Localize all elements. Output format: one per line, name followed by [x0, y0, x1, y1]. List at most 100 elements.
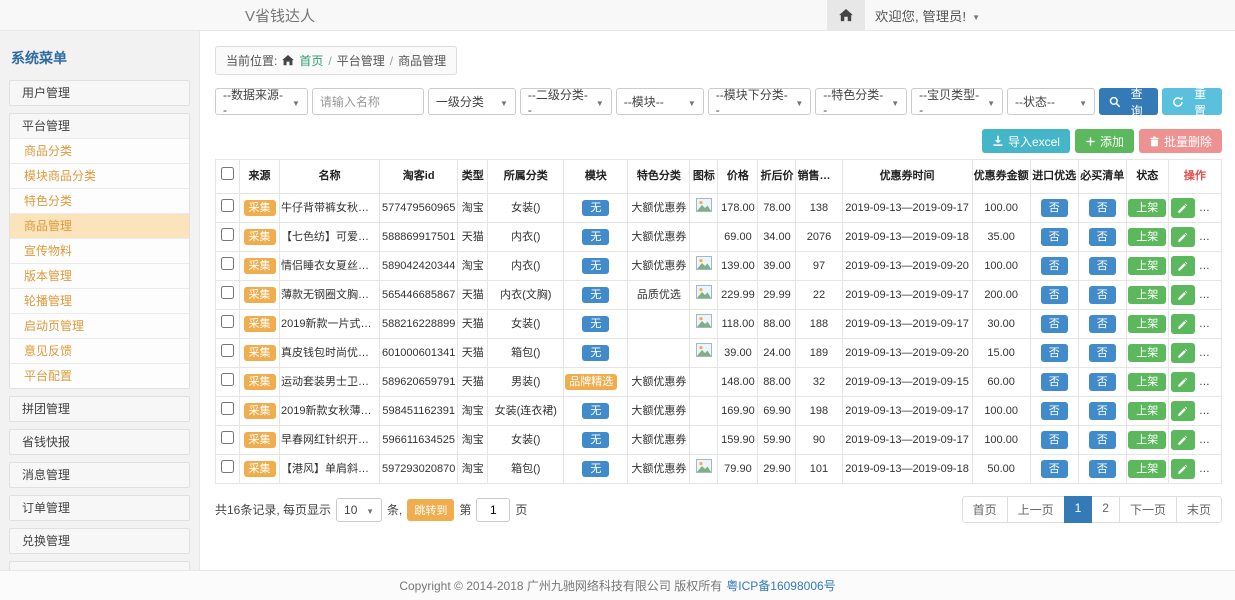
- filter-select[interactable]: --二级分类--: [520, 88, 612, 115]
- row-checkbox[interactable]: [221, 373, 234, 386]
- status-button[interactable]: 上架: [1128, 257, 1166, 275]
- must-buy-toggle-button[interactable]: 否: [1089, 460, 1116, 478]
- name-search-input[interactable]: [312, 88, 424, 115]
- imported-toggle-button[interactable]: 否: [1041, 402, 1068, 420]
- filter-select[interactable]: --特色分类--: [815, 88, 907, 115]
- status-button[interactable]: 上架: [1128, 344, 1166, 362]
- row-checkbox[interactable]: [221, 257, 234, 270]
- sidebar-subitem[interactable]: 商品管理: [10, 213, 189, 238]
- add-button[interactable]: 添加: [1075, 129, 1134, 153]
- edit-button[interactable]: [1171, 256, 1195, 276]
- row-checkbox[interactable]: [221, 286, 234, 299]
- delete-button[interactable]: [1200, 314, 1222, 334]
- delete-button[interactable]: [1200, 198, 1222, 218]
- status-button[interactable]: 上架: [1128, 373, 1166, 391]
- filter-select[interactable]: --宝贝类型--: [911, 88, 1003, 115]
- sidebar-item[interactable]: [10, 562, 189, 570]
- imported-toggle-button[interactable]: 否: [1041, 199, 1068, 217]
- delete-button[interactable]: [1200, 227, 1222, 247]
- imported-toggle-button[interactable]: 否: [1041, 228, 1068, 246]
- edit-button[interactable]: [1171, 430, 1195, 450]
- batch-delete-button[interactable]: 批量删除: [1139, 129, 1222, 153]
- status-button[interactable]: 上架: [1128, 460, 1166, 478]
- status-button[interactable]: 上架: [1128, 199, 1166, 217]
- delete-button[interactable]: [1200, 256, 1222, 276]
- reset-button[interactable]: 重置: [1162, 88, 1222, 115]
- page-button[interactable]: 1: [1064, 496, 1093, 523]
- must-buy-toggle-button[interactable]: 否: [1089, 373, 1116, 391]
- must-buy-toggle-button[interactable]: 否: [1089, 344, 1116, 362]
- sidebar-subitem[interactable]: 启动页管理: [10, 313, 189, 338]
- edit-button[interactable]: [1171, 314, 1195, 334]
- data-source-select[interactable]: --数据来源--: [215, 88, 308, 115]
- filter-select[interactable]: --模块--: [616, 88, 704, 115]
- jump-button[interactable]: 跳转到: [407, 499, 454, 521]
- delete-button[interactable]: [1200, 459, 1222, 479]
- page-number-input[interactable]: [476, 498, 510, 522]
- filter-select[interactable]: --状态--: [1007, 88, 1095, 115]
- page-button[interactable]: 首页: [962, 496, 1008, 523]
- import-excel-button[interactable]: 导入excel: [982, 129, 1070, 153]
- select-all-checkbox[interactable]: [221, 167, 234, 180]
- must-buy-toggle-button[interactable]: 否: [1089, 257, 1116, 275]
- row-checkbox[interactable]: [221, 402, 234, 415]
- page-size-select[interactable]: 10: [336, 498, 382, 522]
- status-button[interactable]: 上架: [1128, 286, 1166, 304]
- filter-select[interactable]: 一级分类: [428, 88, 516, 115]
- delete-button[interactable]: [1200, 430, 1222, 450]
- delete-button[interactable]: [1200, 343, 1222, 363]
- status-button[interactable]: 上架: [1128, 315, 1166, 333]
- row-checkbox[interactable]: [221, 344, 234, 357]
- icp-link[interactable]: 粤ICP备16098006号: [726, 577, 835, 594]
- sidebar-item[interactable]: 平台管理: [10, 114, 189, 138]
- must-buy-toggle-button[interactable]: 否: [1089, 402, 1116, 420]
- must-buy-toggle-button[interactable]: 否: [1089, 286, 1116, 304]
- delete-button[interactable]: [1200, 372, 1222, 392]
- sidebar-subitem[interactable]: 宣传物料: [10, 238, 189, 263]
- sidebar-item[interactable]: 兑换管理: [10, 529, 189, 553]
- status-button[interactable]: 上架: [1128, 228, 1166, 246]
- filter-select[interactable]: --模块下分类--: [708, 88, 812, 115]
- sidebar-subitem[interactable]: 模块商品分类: [10, 163, 189, 188]
- sidebar-subitem[interactable]: 意见反馈: [10, 338, 189, 363]
- sidebar-item[interactable]: 省钱快报: [10, 430, 189, 454]
- row-checkbox[interactable]: [221, 315, 234, 328]
- row-checkbox[interactable]: [221, 199, 234, 212]
- imported-toggle-button[interactable]: 否: [1041, 460, 1068, 478]
- edit-button[interactable]: [1171, 459, 1195, 479]
- must-buy-toggle-button[interactable]: 否: [1089, 431, 1116, 449]
- sidebar-item[interactable]: 消息管理: [10, 463, 189, 487]
- imported-toggle-button[interactable]: 否: [1041, 257, 1068, 275]
- imported-toggle-button[interactable]: 否: [1041, 431, 1068, 449]
- edit-button[interactable]: [1171, 198, 1195, 218]
- row-checkbox[interactable]: [221, 431, 234, 444]
- edit-button[interactable]: [1171, 227, 1195, 247]
- edit-button[interactable]: [1171, 285, 1195, 305]
- must-buy-toggle-button[interactable]: 否: [1089, 228, 1116, 246]
- delete-button[interactable]: [1200, 285, 1222, 305]
- delete-button[interactable]: [1200, 401, 1222, 421]
- sidebar-subitem[interactable]: 平台配置: [10, 363, 189, 388]
- status-button[interactable]: 上架: [1128, 402, 1166, 420]
- imported-toggle-button[interactable]: 否: [1041, 315, 1068, 333]
- edit-button[interactable]: [1171, 372, 1195, 392]
- sidebar-subitem[interactable]: 商品分类: [10, 138, 189, 163]
- must-buy-toggle-button[interactable]: 否: [1089, 199, 1116, 217]
- imported-toggle-button[interactable]: 否: [1041, 373, 1068, 391]
- search-button[interactable]: 查询: [1099, 88, 1159, 115]
- row-checkbox[interactable]: [221, 460, 234, 473]
- sidebar-subitem[interactable]: 版本管理: [10, 263, 189, 288]
- page-button[interactable]: 末页: [1176, 496, 1222, 523]
- imported-toggle-button[interactable]: 否: [1041, 344, 1068, 362]
- edit-button[interactable]: [1171, 343, 1195, 363]
- home-button[interactable]: [827, 0, 865, 30]
- sidebar-item[interactable]: 拼团管理: [10, 397, 189, 421]
- must-buy-toggle-button[interactable]: 否: [1089, 315, 1116, 333]
- edit-button[interactable]: [1171, 401, 1195, 421]
- sidebar-item[interactable]: 用户管理: [10, 81, 189, 105]
- sidebar-subitem[interactable]: 轮播管理: [10, 288, 189, 313]
- imported-toggle-button[interactable]: 否: [1041, 286, 1068, 304]
- sidebar-item[interactable]: 订单管理: [10, 496, 189, 520]
- page-button[interactable]: 2: [1091, 496, 1120, 523]
- sidebar-subitem[interactable]: 特色分类: [10, 188, 189, 213]
